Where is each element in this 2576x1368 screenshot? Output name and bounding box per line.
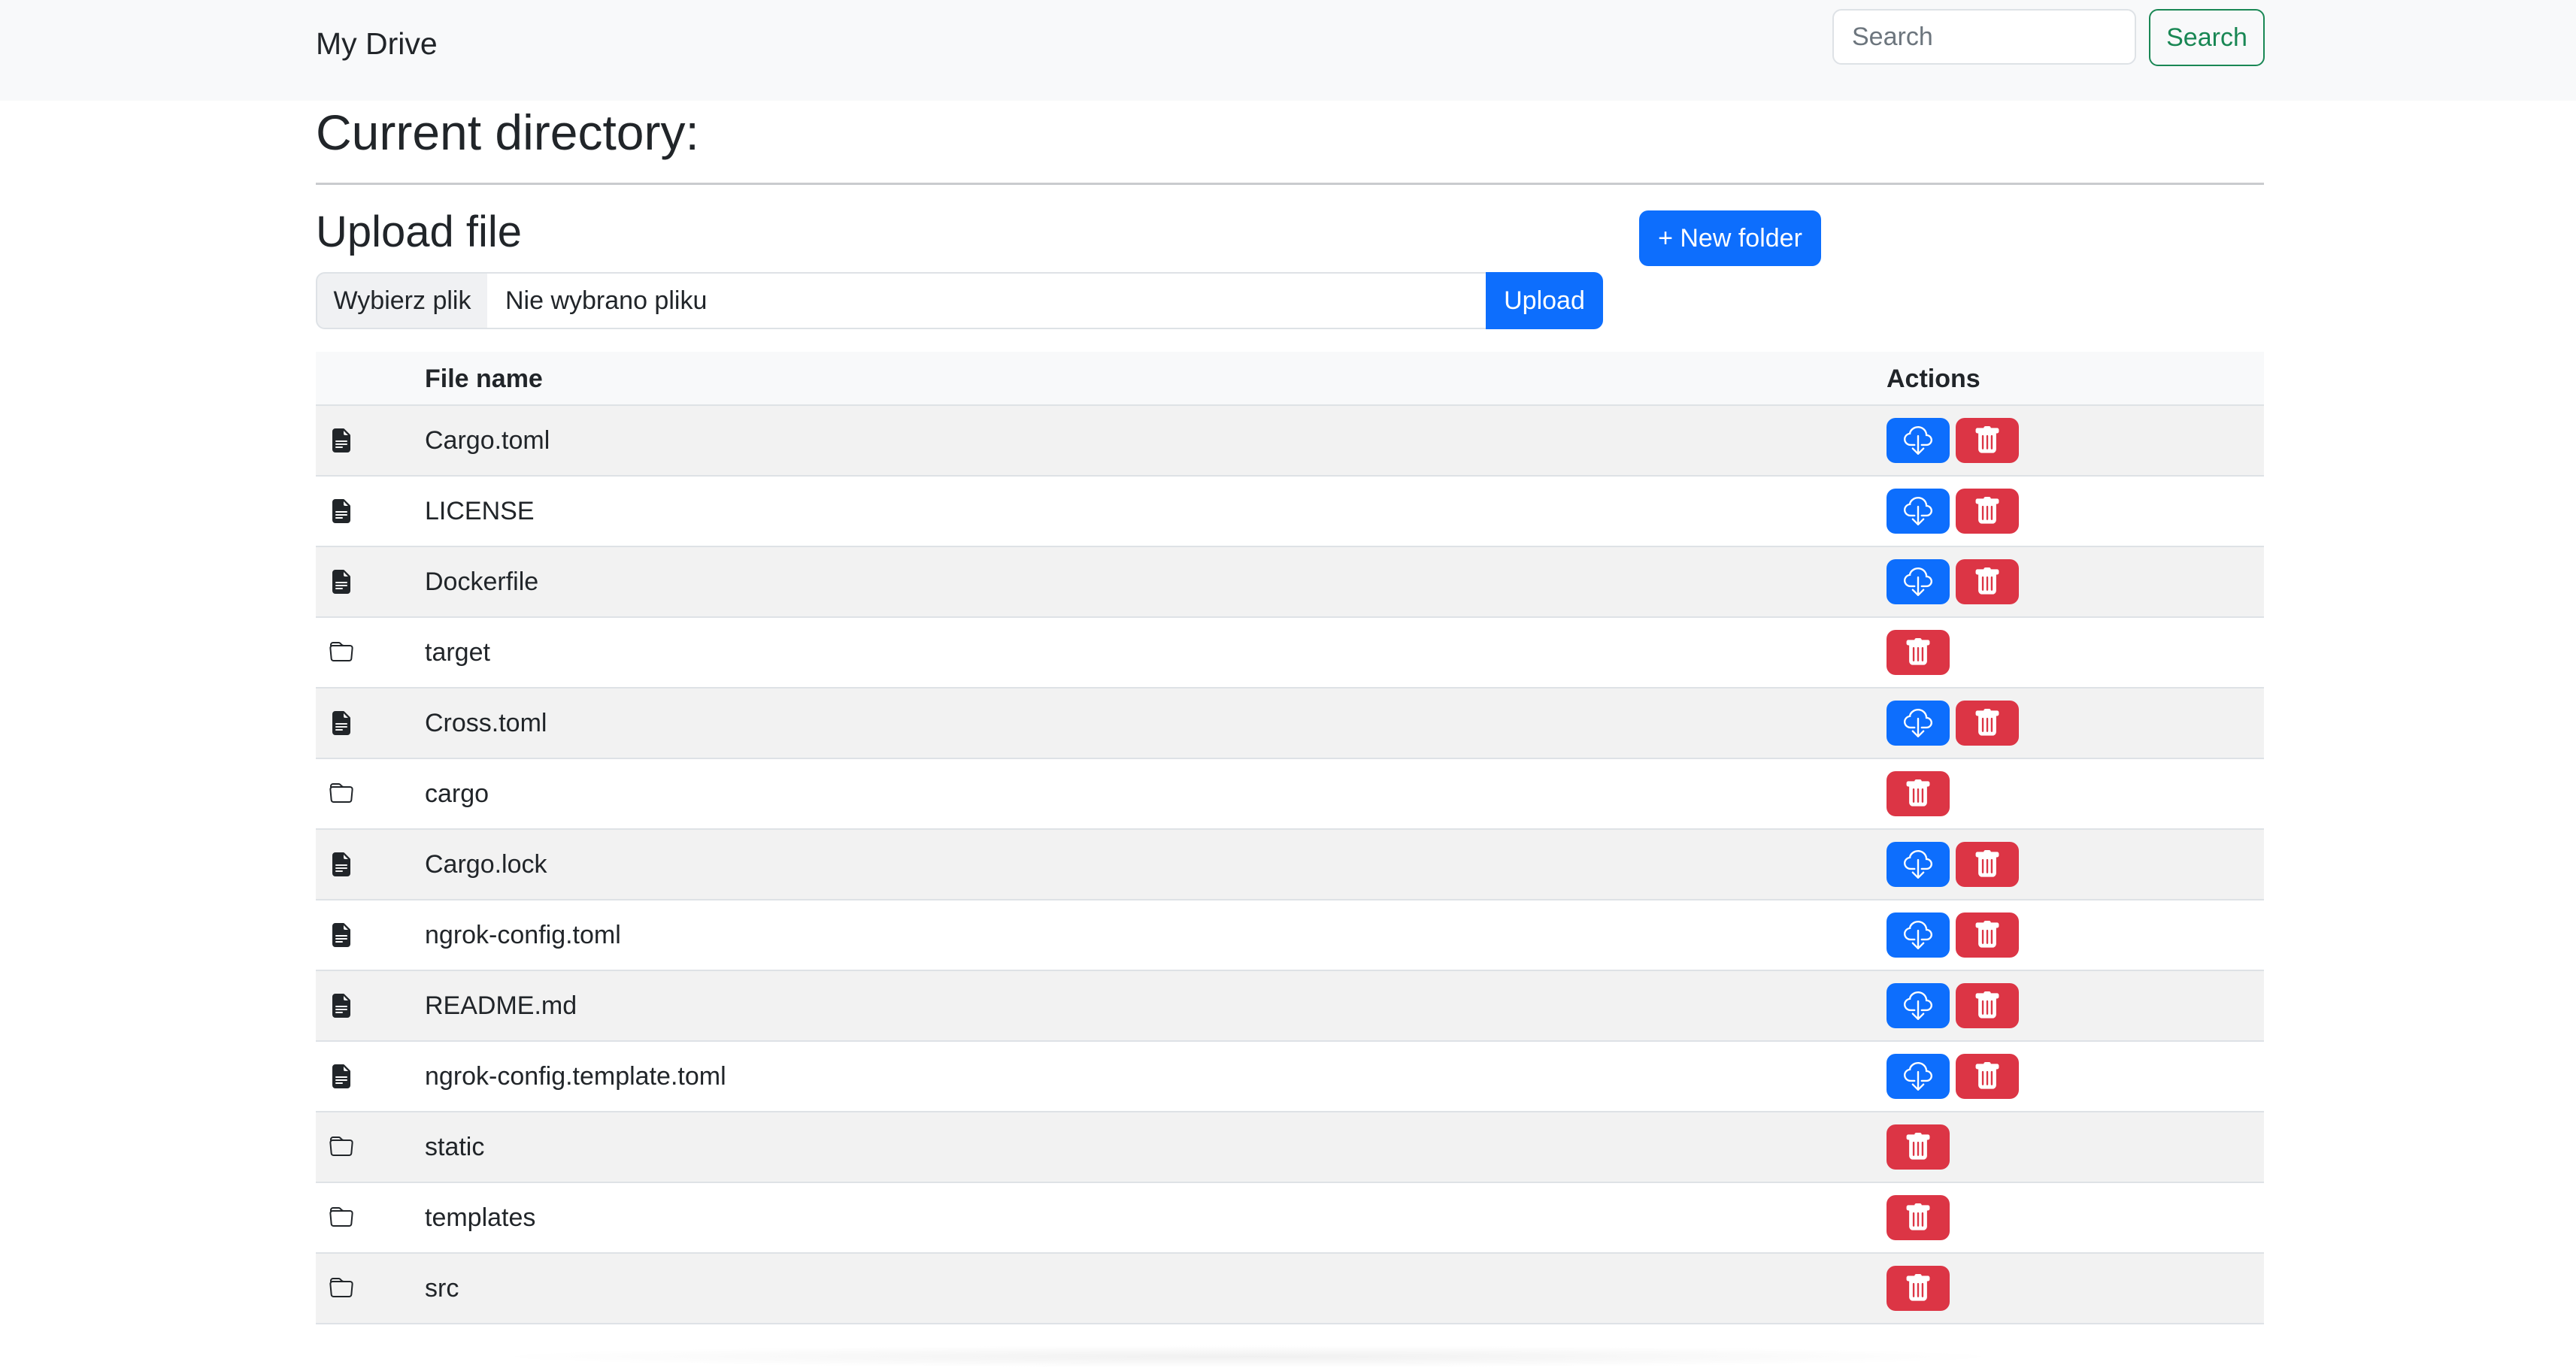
trash-icon: [1904, 1203, 1932, 1232]
download-button[interactable]: [1887, 913, 1950, 958]
file-name-link[interactable]: Dockerfile: [425, 547, 538, 618]
trash-icon: [1973, 850, 2002, 879]
trash-icon: [1973, 921, 2002, 949]
column-header-file-name: File name: [425, 365, 543, 393]
table-row: ngrok-config.template.toml: [316, 1042, 2264, 1112]
folder-icon: [329, 1135, 353, 1159]
trash-icon: [1973, 426, 2002, 455]
delete-button[interactable]: [1956, 913, 2019, 958]
file-text-icon: [329, 994, 353, 1018]
delete-button[interactable]: [1887, 1124, 1950, 1170]
folder-icon: [329, 782, 353, 806]
cloud-download-icon: [1904, 497, 1932, 525]
folder-name-link[interactable]: templates: [425, 1183, 535, 1254]
folder-icon: [329, 640, 353, 664]
delete-button[interactable]: [1956, 701, 2019, 746]
upload-button[interactable]: Upload: [1486, 272, 1603, 329]
trash-icon: [1973, 497, 2002, 525]
file-name-link[interactable]: LICENSE: [425, 477, 535, 547]
cloud-download-icon: [1904, 426, 1932, 455]
table-row: static: [316, 1112, 2264, 1183]
table-row: templates: [316, 1183, 2264, 1254]
trash-icon: [1973, 1062, 2002, 1091]
delete-button[interactable]: [1887, 630, 1950, 675]
folder-name-link[interactable]: cargo: [425, 759, 489, 830]
download-button[interactable]: [1887, 1054, 1950, 1099]
download-button[interactable]: [1887, 489, 1950, 534]
trash-icon: [1904, 779, 1932, 808]
trash-icon: [1904, 1274, 1932, 1303]
footer-shadow: [481, 1345, 2015, 1368]
file-name-link[interactable]: Cross.toml: [425, 689, 547, 759]
file-upload-group: Wybierz plik Nie wybrano pliku Upload: [316, 272, 1603, 329]
delete-button[interactable]: [1956, 559, 2019, 604]
download-button[interactable]: [1887, 701, 1950, 746]
file-text-icon: [329, 923, 353, 947]
table-row: Cross.toml: [316, 689, 2264, 759]
cloud-download-icon: [1904, 1062, 1932, 1091]
folder-name-link[interactable]: static: [425, 1112, 484, 1183]
cloud-download-icon: [1904, 709, 1932, 737]
column-header-actions: Actions: [1887, 365, 1980, 393]
brand-link[interactable]: My Drive: [316, 26, 438, 62]
file-name-link[interactable]: Cargo.toml: [425, 406, 550, 477]
navbar: My Drive Search: [0, 0, 2576, 101]
table-row: ngrok-config.toml: [316, 900, 2264, 971]
file-name-link[interactable]: ngrok-config.toml: [425, 900, 621, 971]
download-button[interactable]: [1887, 559, 1950, 604]
delete-button[interactable]: [1956, 983, 2019, 1028]
file-text-icon: [329, 711, 353, 735]
cloud-download-icon: [1904, 991, 1932, 1020]
folder-name-link[interactable]: src: [425, 1254, 459, 1324]
search-button[interactable]: Search: [2149, 9, 2265, 66]
table-row: LICENSE: [316, 477, 2264, 547]
table-row: Cargo.toml: [316, 406, 2264, 477]
file-name-link[interactable]: Cargo.lock: [425, 830, 547, 900]
download-button[interactable]: [1887, 418, 1950, 463]
cloud-download-icon: [1904, 850, 1932, 879]
file-text-icon: [329, 852, 353, 876]
trash-icon: [1973, 567, 2002, 596]
table-row: src: [316, 1254, 2264, 1324]
download-button[interactable]: [1887, 842, 1950, 887]
files-table: File name Actions Cargo.toml LICENSE Docke…: [316, 352, 2264, 1338]
file-text-icon: [329, 570, 353, 594]
delete-button[interactable]: [1956, 842, 2019, 887]
file-name-link[interactable]: README.md: [425, 971, 577, 1042]
table-row: README.md: [316, 971, 2264, 1042]
new-folder-button[interactable]: + New folder: [1639, 210, 1821, 266]
file-text-icon: [329, 499, 353, 523]
folder-icon: [329, 1206, 353, 1230]
trash-icon: [1904, 638, 1932, 667]
cloud-download-icon: [1904, 921, 1932, 949]
table-row: Cargo.lock: [316, 830, 2264, 900]
trash-icon: [1973, 991, 2002, 1020]
upload-file-heading: Upload file: [316, 207, 523, 256]
download-button[interactable]: [1887, 983, 1950, 1028]
delete-button[interactable]: [1956, 1054, 2019, 1099]
folder-name-link[interactable]: target: [425, 618, 490, 689]
search-input[interactable]: [1832, 9, 2136, 65]
trash-icon: [1904, 1133, 1932, 1161]
trash-icon: [1973, 709, 2002, 737]
delete-button[interactable]: [1956, 489, 2019, 534]
current-directory-heading: Current directory:: [316, 104, 699, 160]
divider: [316, 183, 2264, 185]
table-header: File name Actions: [316, 352, 2264, 406]
delete-button[interactable]: [1887, 771, 1950, 816]
file-name-link[interactable]: ngrok-config.template.toml: [425, 1042, 726, 1112]
file-text-icon: [329, 428, 353, 452]
table-row: target: [316, 618, 2264, 689]
delete-button[interactable]: [1956, 418, 2019, 463]
file-text-icon: [329, 1064, 353, 1088]
delete-button[interactable]: [1887, 1266, 1950, 1311]
folder-icon: [329, 1276, 353, 1300]
table-row: cargo: [316, 759, 2264, 830]
delete-button[interactable]: [1887, 1195, 1950, 1240]
selected-file-display[interactable]: Nie wybrano pliku: [487, 272, 1487, 329]
choose-file-button[interactable]: Wybierz plik: [316, 272, 489, 329]
table-row: Dockerfile: [316, 547, 2264, 618]
cloud-download-icon: [1904, 567, 1932, 596]
